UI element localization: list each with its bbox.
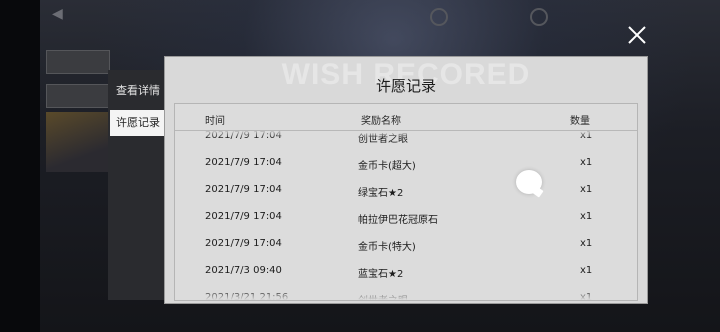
row-reward-name: 金币卡(超大) <box>358 161 416 172</box>
background-circle-icon <box>530 8 548 26</box>
row-time: 2021/7/9 17:04 <box>205 238 282 249</box>
left-edge-strip <box>0 0 40 332</box>
row-time: 2021/7/9 17:04 <box>205 157 282 168</box>
row-reward-name: 帕拉伊巴花冠原石 <box>358 215 438 226</box>
row-time: 2021/7/9 17:04 <box>205 211 282 222</box>
close-button[interactable] <box>624 22 650 48</box>
row-quantity: x1 <box>580 184 593 195</box>
tab-wish-record[interactable]: 许愿记录 <box>110 110 166 136</box>
record-table[interactable]: 2021/7/9 17:04创世者之眼x12021/7/9 17:04金币卡(超… <box>174 103 638 301</box>
tab-view-details[interactable]: 查看详情 <box>110 78 166 104</box>
row-quantity: x1 <box>580 211 593 222</box>
background-thumbnail <box>46 112 110 172</box>
chat-bubble-icon[interactable] <box>516 170 542 194</box>
row-quantity: x1 <box>580 157 593 168</box>
row-reward-name: 蓝宝石★2 <box>358 269 404 280</box>
wish-record-dialog: WISH RECORED 许愿记录 2021/7/9 17:04创世者之眼x12… <box>164 56 648 304</box>
background-card <box>46 84 110 108</box>
background-circle-icon <box>430 8 448 26</box>
side-tab-panel <box>108 70 166 300</box>
list-fade-bottom <box>175 290 637 300</box>
back-arrow-icon: ◀ <box>52 6 63 22</box>
row-quantity: x1 <box>580 238 593 249</box>
table-row: 2021/7/9 17:04 绿宝石★2 x1 <box>175 176 637 203</box>
background-card <box>46 50 110 74</box>
column-header-time: 时间 <box>205 116 225 127</box>
column-header-name: 奖励名称 <box>361 116 401 127</box>
table-row: 2021/7/9 17:04 金币卡(特大) x1 <box>175 230 637 257</box>
list-fade-top <box>175 130 637 138</box>
table-header: 时间 奖励名称 数量 <box>175 104 637 131</box>
close-icon <box>628 26 646 44</box>
row-quantity: x1 <box>580 265 593 276</box>
row-time: 2021/7/9 17:04 <box>205 184 282 195</box>
table-row: 2021/7/9 17:04 金币卡(超大) x1 <box>175 149 637 176</box>
table-row: 2021/7/3 09:40 蓝宝石★2 x1 <box>175 257 637 284</box>
record-list[interactable]: 2021/7/9 17:04创世者之眼x12021/7/9 17:04金币卡(超… <box>175 122 637 300</box>
row-time: 2021/7/3 09:40 <box>205 265 282 276</box>
column-header-qty: 数量 <box>570 116 590 127</box>
row-reward-name: 金币卡(特大) <box>358 242 416 253</box>
table-row: 2021/7/9 17:04 帕拉伊巴花冠原石 x1 <box>175 203 637 230</box>
row-reward-name: 绿宝石★2 <box>358 188 404 199</box>
dialog-title: 许愿记录 <box>375 77 436 95</box>
